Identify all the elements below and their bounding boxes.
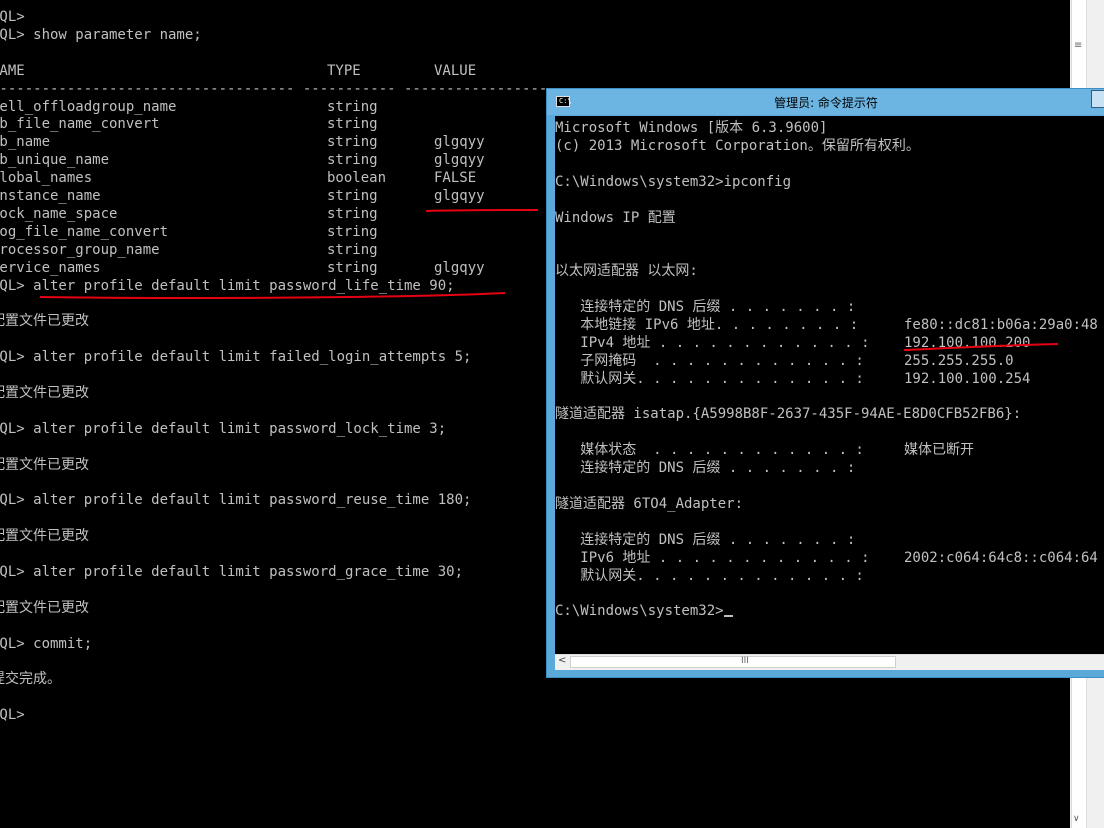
cmd-line-value: 255.255.255.0 xyxy=(904,352,1014,369)
cmd-line-text: (c) 2013 Microsoft Corporation。保留所有权利。 xyxy=(555,137,920,154)
cmd-line-text: 子网掩码 . . . . . . . . . . . . : xyxy=(555,352,864,369)
sql-result-line: 配置文件已更改 xyxy=(0,528,89,545)
cmd-line-value: fe80::dc81:b06a:29a0:48 xyxy=(904,316,1098,333)
cell-type: string xyxy=(327,241,378,258)
cmd-line-text: 连接特定的 DNS 后缀 . . . . . . . : xyxy=(555,460,856,477)
cmd-line-text: 以太网适配器 以太网: xyxy=(555,263,698,280)
minimize-button[interactable] xyxy=(1091,90,1104,108)
cmd-line-value: 192.100.100.200 xyxy=(904,334,1031,351)
cmd-line-text: 媒体状态 . . . . . . . . . . . . : xyxy=(555,442,864,459)
sql-command-line: SQL> show parameter name; xyxy=(0,26,202,43)
cell-name: cell_offloadgroup_name xyxy=(0,98,177,115)
cmd-line-text: Windows IP 配置 xyxy=(555,209,676,226)
cmd-output-line: Windows IP 配置 xyxy=(555,209,676,227)
scroll-down-arrow-icon[interactable]: ∨ xyxy=(1073,814,1080,824)
cell-name: service_names xyxy=(0,259,101,276)
cmd-horizontal-scrollbar[interactable]: < III xyxy=(555,654,1104,670)
cell-name: processor_group_name xyxy=(0,241,160,258)
cmd-window-title: 管理员: 命令提示符 xyxy=(774,96,878,110)
cell-type: string xyxy=(327,152,378,169)
cmd-line-text: 本地链接 IPv6 地址. . . . . . . . : xyxy=(555,316,859,333)
cell-type: string xyxy=(327,134,378,151)
cmd-line-text: IPv6 地址 . . . . . . . . . . . . : xyxy=(555,549,870,566)
sql-result-line: 配置文件已更改 xyxy=(0,384,89,401)
cmd-output-line: 本地链接 IPv6 地址. . . . . . . . : fe80::dc81:… xyxy=(555,316,1098,334)
cmd-line-text: 连接特定的 DNS 后缀 . . . . . . . : xyxy=(555,531,856,548)
sql-command-line: SQL> alter profile default limit passwor… xyxy=(0,420,447,437)
cell-name: NAME xyxy=(0,62,25,79)
cell-name: db_name xyxy=(0,134,51,151)
cmd-output-line: (c) 2013 Microsoft Corporation。保留所有权利。 xyxy=(555,137,920,155)
sql-command-line: SQL> alter profile default limit failed_… xyxy=(0,349,472,366)
cmd-line-value: 192.100.100.254 xyxy=(904,370,1031,387)
cmd-output-line: 连接特定的 DNS 后缀 . . . . . . . : xyxy=(555,298,855,316)
sql-command-line: SQL> alter profile default limit passwor… xyxy=(0,492,472,509)
cmd-line-text: Microsoft Windows [版本 6.3.9600] xyxy=(555,120,828,136)
cmd-output-line: 隧道适配器 6TO4_Adapter: xyxy=(555,495,743,513)
cell-type: string xyxy=(327,205,378,222)
cell-type: string xyxy=(327,116,378,133)
sql-command-line: SQL> commit; xyxy=(0,635,93,652)
cmd-output-line: 以太网适配器 以太网: xyxy=(555,262,698,280)
cell-type: string xyxy=(327,259,378,276)
cell-name: lock_name_space xyxy=(0,205,118,222)
cmd-output-line: 媒体状态 . . . . . . . . . . . . : 媒体已断开 xyxy=(555,441,974,459)
cmd-line-value: 媒体已断开 xyxy=(904,442,974,459)
sql-command-line: SQL> alter profile default limit passwor… xyxy=(0,277,455,294)
scroll-left-arrow-icon[interactable]: < xyxy=(558,655,566,666)
sql-result-line: 提交完成。 xyxy=(0,671,61,688)
cmd-output-line: 默认网关. . . . . . . . . . . . . : xyxy=(555,567,864,585)
cell-type: string xyxy=(327,98,378,115)
cell-type: boolean xyxy=(327,170,387,187)
cmd-output-line: 隧道适配器 isatap.{A5998B8F-2637-435F-94AE-E8… xyxy=(555,405,1021,423)
cmd-output-line: 连接特定的 DNS 后缀 . . . . . . . : xyxy=(555,459,855,477)
cell-type: string xyxy=(327,188,378,204)
cell-name: db_file_name_convert xyxy=(0,116,160,133)
sql-prompt-line: SQL> xyxy=(0,707,25,724)
scrollbar-grip-icon: ≡ xyxy=(1074,40,1083,51)
sql-command-line: SQL> alter profile default limit passwor… xyxy=(0,563,464,580)
cmd-output-line: IPv6 地址 . . . . . . . . . . . . : 2002:c0… xyxy=(555,549,1098,567)
cell-type: TYPE xyxy=(327,62,361,79)
cell-value: glgqyy xyxy=(434,152,485,169)
cmd-output-line: IPv4 地址 . . . . . . . . . . . . : 192.100… xyxy=(555,334,1030,352)
cmd-output-line: 子网掩码 . . . . . . . . . . . . : 255.255.25… xyxy=(555,352,1013,370)
cmd-line-text: 默认网关. . . . . . . . . . . . . : xyxy=(555,370,864,387)
cmd-line-text: C:\Windows\system32>ipconfig xyxy=(555,173,792,190)
cmd-output-line: C:\Windows\system32> xyxy=(555,602,733,620)
horizontal-scroll-thumb[interactable]: III xyxy=(570,656,896,668)
cmd-line-text: 隧道适配器 6TO4_Adapter: xyxy=(555,495,744,512)
cell-value: FALSE xyxy=(434,170,477,187)
text-cursor xyxy=(723,615,733,618)
cmd-line-text: 隧道适配器 isatap.{A5998B8F-2637-435F-94AE-E8… xyxy=(555,406,1022,423)
cell-value: glgqyy xyxy=(434,259,485,276)
cell-name: log_file_name_convert xyxy=(0,223,169,240)
scroll-grip-icon: III xyxy=(741,656,749,666)
cell-value: glgqyy xyxy=(434,188,485,204)
cmd-console-output[interactable]: Microsoft Windows [版本 6.3.9600] (c) 2013 … xyxy=(555,116,1104,654)
cmd-line-text: 默认网关. . . . . . . . . . . . . : xyxy=(555,567,864,584)
cmd-line-text: 连接特定的 DNS 后缀 . . . . . . . : xyxy=(555,299,856,315)
sql-result-line: 配置文件已更改 xyxy=(0,313,89,330)
cmd-output-line: Microsoft Windows [版本 6.3.9600] xyxy=(555,119,827,137)
sql-result-line: 配置文件已更改 xyxy=(0,456,89,473)
cell-name: db_unique_name xyxy=(0,152,110,169)
cell-type: string xyxy=(327,223,378,240)
cmd-titlebar[interactable]: C:\ 管理员: 命令提示符 xyxy=(547,89,1104,115)
sql-prompt-line: SQL> xyxy=(0,9,25,25)
cmd-output-line: 默认网关. . . . . . . . . . . . . : 192.100.1… xyxy=(555,370,1030,388)
cmd-line-text: C:\Windows\system32> xyxy=(555,603,724,620)
cell-name: instance_name xyxy=(0,188,101,204)
cell-value: VALUE xyxy=(434,62,477,79)
sql-result-line: 配置文件已更改 xyxy=(0,599,89,616)
cell-name: global_names xyxy=(0,170,93,187)
cmd-line-value: 2002:c064:64c8::c064:64 xyxy=(904,549,1098,566)
cmd-line-text: IPv4 地址 . . . . . . . . . . . . : xyxy=(555,334,870,351)
cmd-window[interactable]: C:\ 管理员: 命令提示符 Microsoft Windows [版本 6.3… xyxy=(546,88,1104,678)
cmd-output-line: 连接特定的 DNS 后缀 . . . . . . . : xyxy=(555,531,855,549)
cmd-output-line: C:\Windows\system32>ipconfig xyxy=(555,173,791,191)
cell-value: glgqyy xyxy=(434,134,485,151)
